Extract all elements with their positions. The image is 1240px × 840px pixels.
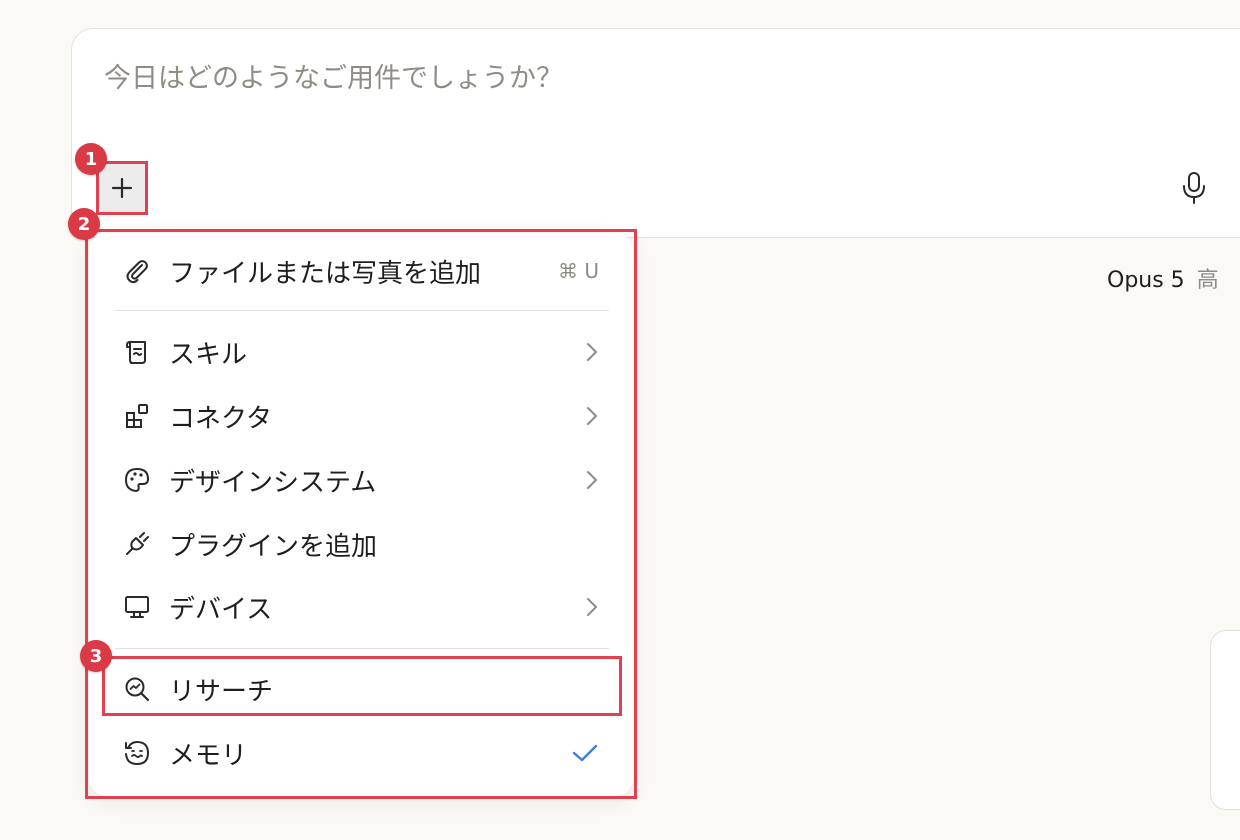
menu-item-skills[interactable]: スキル [103,324,619,380]
scroll-icon [119,334,155,370]
memory-label: メモリ [169,740,248,771]
chevron-right-icon [585,341,599,363]
menu-item-add-file[interactable]: ファイルまたは写真を追加 ⌘ U [103,243,619,299]
annotation-badge-1: 1 [75,143,107,175]
research-label: リサーチ [169,676,274,707]
add-plugin-label: プラグインを追加 [169,531,378,562]
model-selector[interactable]: Opus 5 高 [1107,262,1219,294]
devices-label: デバイス [169,594,273,625]
menu-item-memory[interactable]: メモリ [103,725,619,781]
menu-item-design-system[interactable]: デザインシステム [103,452,619,508]
microphone-icon [1181,171,1207,205]
blocks-icon [119,398,155,434]
voice-input-button[interactable] [1172,166,1216,210]
memory-icon [119,735,155,771]
monitor-icon [119,589,155,625]
menu-divider [115,648,609,649]
add-file-shortcut: ⌘ U [558,259,599,283]
menu-item-connectors[interactable]: コネクタ [103,388,619,444]
menu-item-devices[interactable]: デバイス [103,579,619,635]
plus-icon [110,176,134,200]
model-name: Opus 5 [1107,268,1185,293]
menu-item-add-plugin[interactable]: プラグインを追加 [103,516,619,572]
menu-item-research[interactable]: リサーチ [103,661,619,717]
chevron-right-icon [585,596,599,618]
design-system-label: デザインシステム [169,467,377,498]
add-content-menu: ファイルまたは写真を追加 ⌘ U スキル コネクタ デザインシステム プラグイン… [89,233,633,796]
chevron-right-icon [585,405,599,427]
menu-divider [115,310,609,311]
side-card [1210,630,1240,810]
palette-icon [119,462,155,498]
annotation-badge-3: 3 [80,640,112,672]
connectors-label: コネクタ [169,403,272,434]
paperclip-icon [119,253,155,289]
chevron-right-icon [585,469,599,491]
app-stage: Opus 5 高 ファイルまたは写真を追加 ⌘ U スキル [0,0,1240,840]
annotation-badge-2: 2 [68,208,100,240]
prompt-input[interactable] [104,63,1104,94]
effort-level: 高 [1196,268,1219,293]
message-composer [71,28,1240,238]
plug-icon [119,526,155,562]
search-chart-icon [119,671,155,707]
add-file-label: ファイルまたは写真を追加 [169,258,482,289]
skills-label: スキル [169,339,248,370]
add-content-button[interactable] [96,161,148,215]
checkmark-icon [571,742,599,764]
